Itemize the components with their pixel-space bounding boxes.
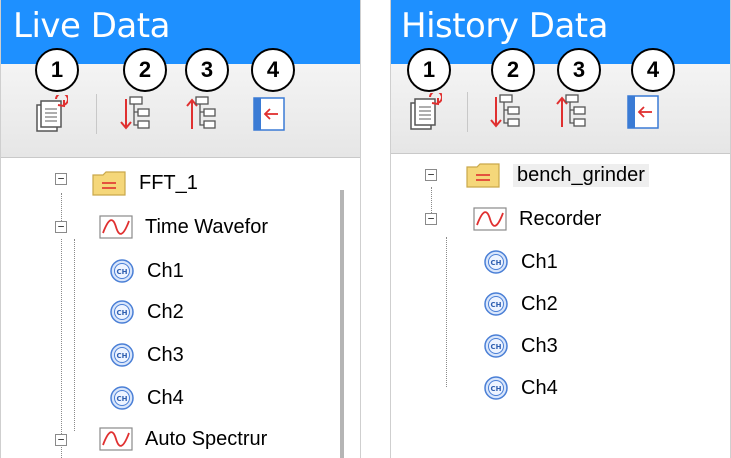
tree-node-label: Time Wavefor [145,215,268,238]
collapse-panel-left-icon [627,95,659,129]
tree-node-channel[interactable]: CH Ch4 [109,385,184,411]
tree-node-label: Ch3 [521,334,558,357]
badge-1: 1 [35,48,79,92]
tree-node-label: bench_grinder [513,163,649,187]
live-data-panel: Live Data 1 2 3 4 − FFT_1 − Time Wavefor… [0,0,361,458]
history-data-tree: − bench_grinder − Recorder CH Ch1 CH Ch2… [391,155,730,458]
history-data-panel: History Data 1 2 3 4 − bench_grinder − R… [390,0,731,458]
tree-line [61,239,62,458]
tree-node-root[interactable]: bench_grinder [465,161,649,189]
tree-node-channel[interactable]: CH Ch1 [109,258,184,284]
tree-node-group[interactable]: Recorder [473,207,601,231]
tree-node-channel[interactable]: CH Ch2 [109,299,184,325]
tree-node-channel[interactable]: CH Ch2 [483,291,558,317]
tree-node-group[interactable]: Auto Spectrur [99,427,267,451]
tree-node-channel[interactable]: CH Ch1 [483,249,558,275]
badge-2: 2 [123,48,167,92]
tree-node-label: Ch2 [521,292,558,315]
tree-node-label: Ch2 [147,300,184,323]
folder-icon [92,171,126,196]
refresh-document-icon [36,95,68,132]
live-data-tree: − FFT_1 − Time Wavefor CH Ch1 CH Ch2 CH … [1,159,360,458]
expand-all-button[interactable] [115,94,155,134]
expand-tree-down-icon [120,96,150,130]
badge-3: 3 [557,48,601,92]
refresh-button[interactable] [31,94,71,134]
svg-text:CH: CH [117,268,128,276]
svg-text:CH: CH [491,301,502,309]
tree-node-channel[interactable]: CH Ch4 [483,375,558,401]
waveform-icon [473,207,507,231]
svg-text:CH: CH [491,259,502,267]
svg-text:CH: CH [491,385,502,393]
channel-icon: CH [110,300,134,324]
channel-icon: CH [110,259,134,283]
collapse-all-button[interactable] [551,92,591,132]
svg-text:CH: CH [117,309,128,317]
channel-icon: CH [484,250,508,274]
badge-4: 4 [631,48,675,92]
collapse-panel-button[interactable] [249,94,289,134]
toolbar-separator [467,92,468,132]
waveform-icon [99,427,133,451]
folder-icon [466,163,500,188]
tree-line [446,237,447,387]
channel-icon: CH [484,376,508,400]
svg-text:CH: CH [117,395,128,403]
tree-node-group[interactable]: Time Wavefor [99,215,268,239]
channel-icon: CH [110,386,134,410]
svg-text:CH: CH [117,352,128,360]
tree-node-label: Ch1 [521,250,558,273]
tree-node-channel[interactable]: CH Ch3 [483,333,558,359]
expand-tree-down-icon [490,94,520,128]
tree-node-label: Ch1 [147,259,184,282]
collapse-toggle[interactable]: − [55,221,67,233]
collapse-tree-up-icon [556,94,586,127]
collapse-toggle[interactable]: − [425,213,437,225]
badge-1: 1 [407,48,451,92]
tree-node-root[interactable]: FFT_1 [91,169,198,197]
tree-node-label: Auto Spectrur [145,427,268,450]
collapse-toggle[interactable]: − [425,169,437,181]
channel-icon: CH [484,334,508,358]
tree-node-channel[interactable]: CH Ch3 [109,342,184,368]
vertical-scrollbar[interactable] [340,190,344,458]
tree-line [74,239,75,431]
badge-2: 2 [491,48,535,92]
refresh-document-icon [410,93,442,130]
collapse-toggle[interactable]: − [55,173,67,185]
live-data-title: Live Data [13,6,170,46]
expand-all-button[interactable] [485,92,525,132]
history-data-title: History Data [401,6,608,46]
collapse-toggle[interactable]: − [55,434,67,446]
channel-icon: CH [110,343,134,367]
tree-node-label: Recorder [519,207,602,230]
collapse-all-button[interactable] [181,94,221,134]
toolbar-separator [96,94,97,134]
badge-3: 3 [185,48,229,92]
refresh-button[interactable] [405,92,445,132]
collapse-panel-left-icon [253,97,285,131]
channel-icon: CH [484,292,508,316]
badge-4: 4 [251,48,295,92]
tree-node-label: Ch4 [521,376,558,399]
tree-node-label: Ch3 [147,343,184,366]
tree-node-label: FFT_1 [139,171,198,194]
svg-text:CH: CH [491,343,502,351]
waveform-icon [99,215,133,239]
tree-line [431,187,432,213]
collapse-panel-button[interactable] [623,92,663,132]
tree-node-label: Ch4 [147,386,184,409]
collapse-tree-up-icon [186,96,216,129]
